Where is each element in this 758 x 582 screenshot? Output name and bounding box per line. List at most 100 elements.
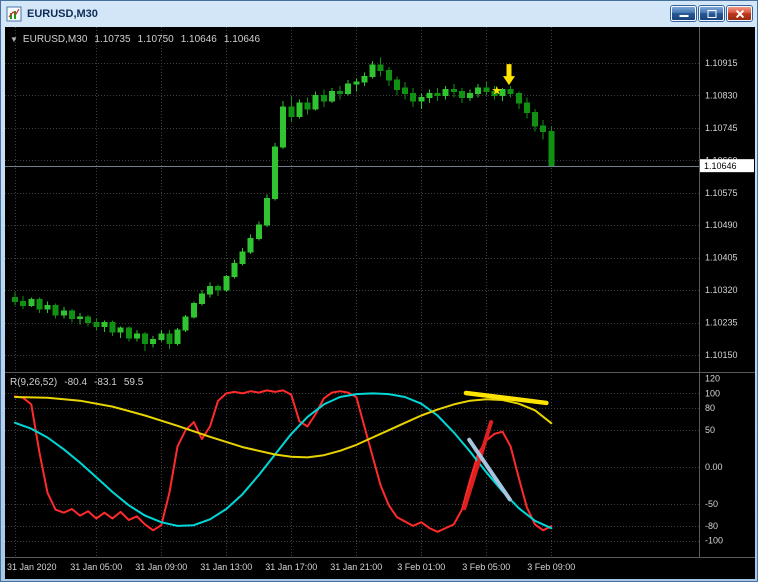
restore-button[interactable]: [699, 6, 724, 21]
price-axis-label: 1.10915: [705, 58, 738, 68]
candle-body: [312, 94, 319, 110]
candle-body: [52, 304, 59, 316]
indicator-scale-label: -80: [705, 521, 718, 531]
candle-body: [68, 310, 75, 320]
candle-body: [353, 81, 360, 85]
time-axis-label: 3 Feb 09:00: [527, 562, 575, 572]
candle-body: [142, 333, 148, 345]
close-button[interactable]: [727, 6, 752, 21]
window-controls: [671, 6, 752, 21]
candle-body: [77, 316, 83, 320]
candle-body: [198, 293, 205, 304]
price-axis-label: 1.10320: [705, 285, 738, 295]
candle-body: [101, 322, 108, 327]
indicator-scale-label: 100: [705, 388, 720, 398]
candle-body: [166, 333, 173, 345]
candle-body: [304, 102, 311, 110]
candle-body: [215, 285, 222, 291]
title-bar[interactable]: EURUSD,M30: [1, 1, 757, 26]
time-axis-label: 3 Feb 05:00: [462, 562, 510, 572]
candle-body: [207, 285, 213, 295]
candle-body: [263, 197, 270, 226]
candle-body: [255, 224, 262, 240]
candle-body: [434, 93, 441, 96]
candle-body: [125, 327, 132, 339]
candle-body: [410, 93, 417, 102]
indicator-line-yellow: [14, 396, 553, 459]
candle-body: [402, 87, 408, 95]
candle-body: [231, 262, 238, 278]
candle-body: [223, 276, 230, 291]
candle-body: [296, 102, 303, 117]
candle-body: [442, 89, 449, 96]
candle-body: [532, 112, 538, 127]
candle-body: [288, 106, 295, 117]
time-axis-label: 31 Jan 05:00: [70, 562, 122, 572]
bid-price-tag-text: 1.10646: [704, 161, 737, 171]
indicator-scale-label: 0.00: [705, 462, 723, 472]
price-axis-label: 1.10150: [705, 350, 738, 360]
candle-body: [458, 91, 465, 98]
candle-body: [328, 91, 335, 102]
candle-body: [345, 83, 352, 95]
chart-canvas[interactable]: ★1.109151.108301.107451.106601.105751.10…: [5, 27, 755, 579]
candle-body: [450, 89, 457, 93]
candle-body: [60, 310, 67, 316]
candle-body: [393, 79, 400, 91]
price-axis-label: 1.10490: [705, 220, 738, 230]
candle-body: [369, 64, 376, 77]
candle-body: [239, 251, 246, 264]
indicator-scale-label: -50: [705, 499, 718, 509]
candle-body: [85, 316, 92, 324]
candle-body: [133, 333, 140, 339]
time-axis-label: 3 Feb 01:00: [397, 562, 445, 572]
star-annotation: ★: [491, 83, 502, 97]
indicator-scale-label: 80: [705, 403, 715, 413]
time-axis-label: 31 Jan 21:00: [330, 562, 382, 572]
candle-body: [182, 316, 189, 331]
candle-body: [247, 238, 254, 253]
indicator-scale-label: 120: [705, 374, 720, 384]
candle-body: [109, 322, 116, 333]
candle-body: [361, 75, 368, 83]
time-axis-label: 31 Jan 17:00: [265, 562, 317, 572]
time-axis-label: 31 Jan 13:00: [200, 562, 252, 572]
indicator-line-red: [14, 389, 553, 533]
candle-body: [28, 299, 35, 306]
restore-icon: [707, 9, 716, 18]
window-title: EURUSD,M30: [27, 7, 98, 20]
candle-body: [475, 87, 482, 95]
candle-body: [483, 87, 490, 93]
candle-body: [377, 64, 384, 72]
indicator-scale-label: -100: [705, 536, 723, 546]
chart-client-area: ★1.109151.108301.107451.106601.105751.10…: [5, 27, 755, 579]
time-axis-label: 31 Jan 09:00: [135, 562, 187, 572]
arrow-down-annotation[interactable]: [503, 64, 515, 86]
candle-body: [93, 322, 100, 327]
candle-body: [540, 125, 547, 133]
candle-body: [320, 94, 327, 102]
chart-window: EURUSD,M30 ★1.109151.108301.107451.10660…: [0, 0, 758, 582]
minimize-button[interactable]: [671, 6, 696, 21]
candle-body: [507, 89, 514, 95]
candle-body: [150, 339, 157, 345]
minimize-icon: [679, 15, 688, 17]
indicator-scale-label: 50: [705, 425, 715, 435]
candle-body: [190, 302, 197, 318]
candle-body: [418, 96, 425, 102]
candle-body: [523, 102, 530, 114]
candle-body: [272, 146, 278, 199]
candle-body: [174, 329, 181, 345]
candle-body: [44, 304, 51, 310]
candle-body: [548, 131, 555, 167]
candle-body: [426, 93, 433, 98]
indicator-line-cyan: [14, 392, 553, 530]
candle-body: [467, 93, 473, 98]
candle-body: [280, 106, 287, 148]
candle-body: [12, 297, 18, 303]
candle-body: [117, 327, 124, 333]
candle-body: [515, 93, 522, 104]
candle-body: [385, 70, 392, 81]
chart-window-icon: [6, 6, 22, 21]
price-axis-label: 1.10745: [705, 123, 738, 133]
